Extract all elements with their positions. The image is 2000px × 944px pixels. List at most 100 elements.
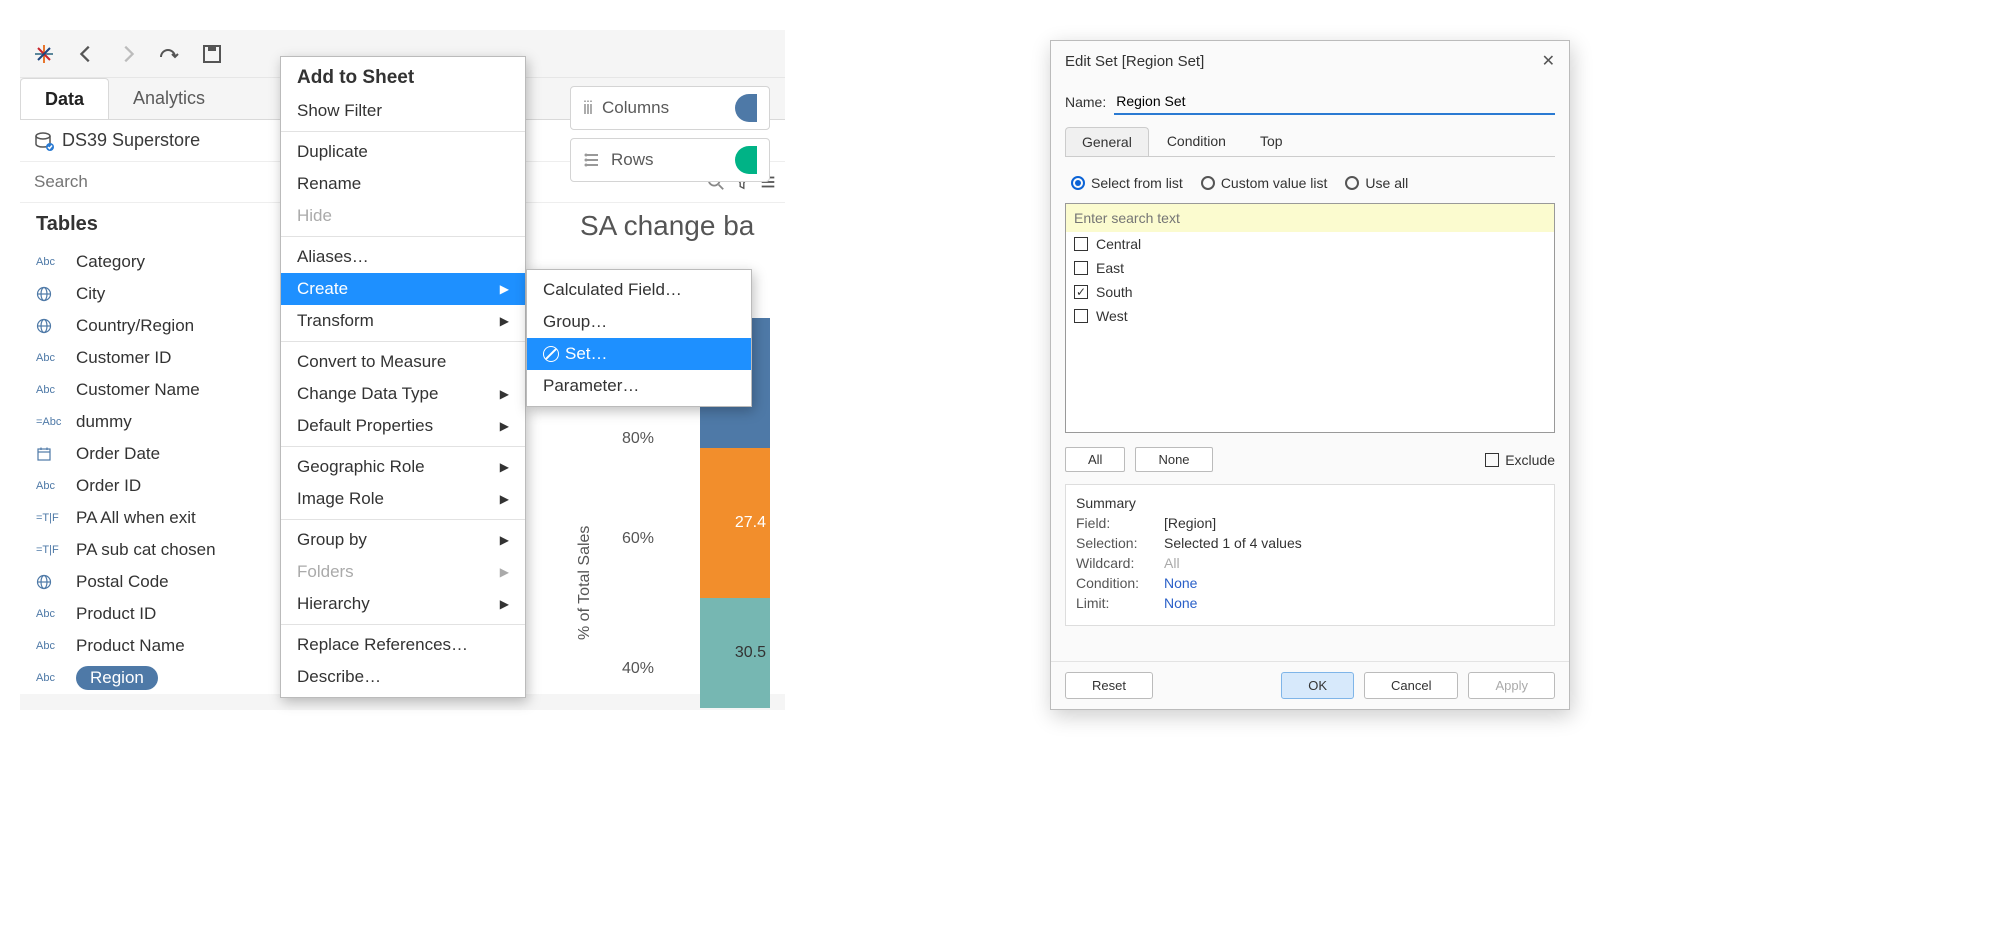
type-abc-icon: Abc: [36, 256, 66, 268]
tab-general[interactable]: General: [1065, 127, 1149, 156]
menu-transform[interactable]: Transform▶: [281, 305, 525, 337]
submenu-arrow-icon: ▶: [500, 533, 509, 547]
checkbox-icon: [1074, 309, 1088, 323]
member-option[interactable]: East: [1066, 256, 1554, 280]
radio-use-all[interactable]: Use all: [1345, 175, 1408, 191]
forward-icon[interactable]: [116, 42, 140, 66]
member-option[interactable]: South: [1066, 280, 1554, 304]
menu-hierarchy[interactable]: Hierarchy▶: [281, 588, 525, 620]
radio-icon: [1201, 176, 1215, 190]
menu-describe[interactable]: Describe…: [281, 661, 525, 693]
field-label: Country/Region: [76, 316, 194, 336]
set-icon: [543, 346, 559, 362]
apply-button[interactable]: Apply: [1468, 672, 1555, 699]
menu-create[interactable]: Create▶: [281, 273, 525, 305]
tableau-logo-icon: [32, 42, 56, 66]
field-label: dummy: [76, 412, 132, 432]
back-icon[interactable]: [74, 42, 98, 66]
type-abc-icon: Abc: [36, 352, 66, 364]
member-option[interactable]: West: [1066, 304, 1554, 328]
undo-redo-icon[interactable]: [158, 42, 182, 66]
y-tick-80: 80%: [622, 430, 654, 448]
menu-show-filter[interactable]: Show Filter: [281, 95, 525, 127]
cancel-button[interactable]: Cancel: [1364, 672, 1458, 699]
tab-analytics[interactable]: Analytics: [109, 78, 229, 119]
submenu-parameter[interactable]: Parameter…: [527, 370, 751, 402]
summary-wildcard-label: Wildcard:: [1076, 555, 1156, 571]
radio-select-from-list[interactable]: Select from list: [1071, 175, 1183, 191]
set-name-input[interactable]: [1114, 89, 1555, 115]
tab-data[interactable]: Data: [20, 78, 109, 119]
member-option[interactable]: Central: [1066, 232, 1554, 256]
submenu-arrow-icon: ▶: [500, 492, 509, 506]
field-label: Postal Code: [76, 572, 169, 592]
menu-duplicate[interactable]: Duplicate: [281, 136, 525, 168]
datasource-name: DS39 Superstore: [62, 130, 200, 151]
field-label: Product Name: [76, 636, 185, 656]
save-icon[interactable]: [200, 42, 224, 66]
field-context-menu: Add to Sheet Show Filter Duplicate Renam…: [280, 56, 526, 698]
type-calc-abc-icon: =Abc: [36, 416, 66, 428]
summary-limit-link[interactable]: None: [1164, 595, 1197, 611]
members-listbox: Central East South West: [1065, 203, 1555, 433]
type-abc-icon: Abc: [36, 608, 66, 620]
selection-mode-row: Select from list Custom value list Use a…: [1071, 175, 1555, 191]
summary-panel: Summary Field:[Region] Selection:Selecte…: [1065, 484, 1555, 626]
columns-icon: iii: [583, 98, 592, 119]
member-label: Central: [1096, 236, 1141, 252]
select-none-button[interactable]: None: [1135, 447, 1212, 472]
field-label: Customer ID: [76, 348, 171, 368]
submenu-calculated-field[interactable]: Calculated Field…: [527, 274, 751, 306]
tab-condition[interactable]: Condition: [1151, 127, 1242, 156]
menu-replace-references[interactable]: Replace References…: [281, 629, 525, 661]
menu-hide: Hide: [281, 200, 525, 232]
field-label: Order Date: [76, 444, 160, 464]
menu-change-data-type[interactable]: Change Data Type▶: [281, 378, 525, 410]
close-icon[interactable]: ✕: [1542, 51, 1555, 71]
menu-convert-to-measure[interactable]: Convert to Measure: [281, 346, 525, 378]
menu-group-by[interactable]: Group by▶: [281, 524, 525, 556]
dialog-title-text: Edit Set [Region Set]: [1065, 53, 1204, 70]
menu-image-role[interactable]: Image Role▶: [281, 483, 525, 515]
tab-top[interactable]: Top: [1244, 127, 1299, 156]
members-search-input[interactable]: [1066, 204, 1554, 232]
name-label: Name:: [1065, 94, 1106, 110]
summary-title: Summary: [1076, 495, 1544, 511]
member-label: South: [1096, 284, 1133, 300]
columns-shelf[interactable]: iii Columns: [570, 86, 770, 130]
select-all-button[interactable]: All: [1065, 447, 1125, 472]
submenu-set[interactable]: Set…: [527, 338, 751, 370]
summary-limit-label: Limit:: [1076, 595, 1156, 611]
dialog-tabs: General Condition Top: [1065, 127, 1555, 157]
submenu-group[interactable]: Group…: [527, 306, 751, 338]
create-submenu: Calculated Field… Group… Set… Parameter…: [526, 269, 752, 407]
radio-custom-value-list[interactable]: Custom value list: [1201, 175, 1328, 191]
y-axis-label: % of Total Sales: [576, 526, 594, 640]
rows-shelf[interactable]: Rows: [570, 138, 770, 182]
y-tick-40: 40%: [622, 660, 654, 678]
datasource-icon: [34, 131, 54, 151]
type-globe-icon: [36, 286, 66, 302]
summary-selection-label: Selection:: [1076, 535, 1156, 551]
shelf-pill-icon: [735, 146, 757, 174]
exclude-checkbox[interactable]: Exclude: [1485, 452, 1555, 468]
field-label-selected: Region: [76, 666, 158, 690]
field-label: Category: [76, 252, 145, 272]
segment-label: 30.5: [735, 644, 766, 662]
submenu-arrow-icon: ▶: [500, 282, 509, 296]
worksheet-title: SA change ba: [580, 210, 754, 242]
menu-add-to-sheet[interactable]: Add to Sheet: [281, 61, 525, 95]
ok-button[interactable]: OK: [1281, 672, 1354, 699]
checkbox-icon: [1485, 453, 1499, 467]
menu-aliases[interactable]: Aliases…: [281, 241, 525, 273]
menu-rename[interactable]: Rename: [281, 168, 525, 200]
reset-button[interactable]: Reset: [1065, 672, 1153, 699]
segment-label: 27.4: [735, 514, 766, 532]
menu-default-properties[interactable]: Default Properties▶: [281, 410, 525, 442]
menu-geographic-role[interactable]: Geographic Role▶: [281, 451, 525, 483]
type-date-icon: [36, 446, 66, 462]
submenu-arrow-icon: ▶: [500, 460, 509, 474]
summary-condition-link[interactable]: None: [1164, 575, 1197, 591]
summary-condition-label: Condition:: [1076, 575, 1156, 591]
summary-wildcard-value: All: [1164, 555, 1180, 571]
